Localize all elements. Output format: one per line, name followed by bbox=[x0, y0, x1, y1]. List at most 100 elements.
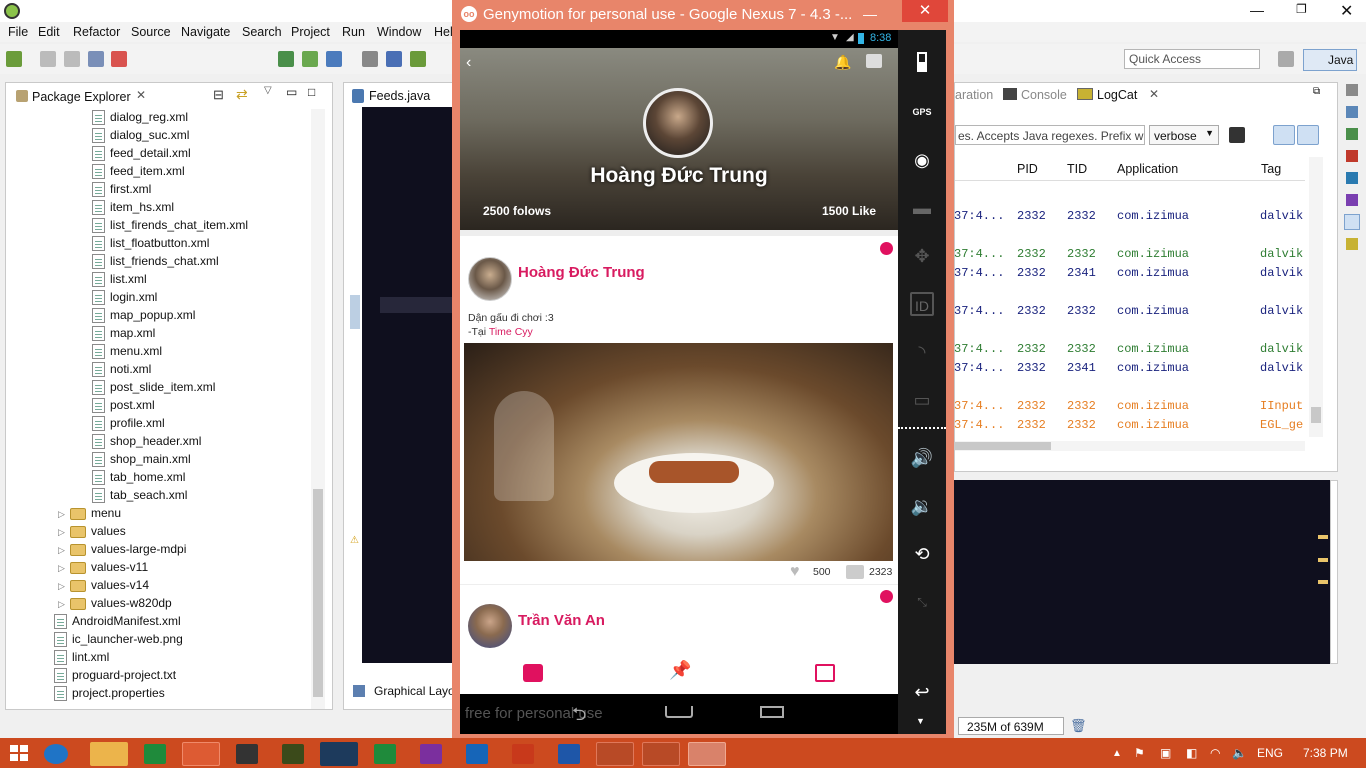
debug-icon[interactable] bbox=[386, 51, 402, 67]
col-tag[interactable]: Tag bbox=[1261, 162, 1281, 176]
logcat-row[interactable]: 37:4... 2332 2341 com.izimua dalvik bbox=[954, 266, 1304, 282]
onenote-icon[interactable] bbox=[420, 744, 442, 764]
tree-file-item[interactable]: map_popup.xml bbox=[92, 308, 195, 326]
battery-widget-icon[interactable] bbox=[910, 50, 934, 74]
tool-icon[interactable] bbox=[362, 51, 378, 67]
post-author-avatar[interactable] bbox=[468, 604, 512, 648]
app-icon[interactable] bbox=[236, 744, 258, 764]
tree-file-item[interactable]: feed_detail.xml bbox=[92, 146, 191, 164]
tree-folder-item[interactable]: ▷ values-v11 bbox=[58, 560, 148, 578]
log-level-select[interactable]: verbose ▼ bbox=[1149, 125, 1219, 145]
menu-file[interactable]: File bbox=[8, 25, 28, 39]
flag-icon[interactable]: ⚑ bbox=[1134, 746, 1145, 760]
logcat-row[interactable]: 37:4... 2332 2332 com.izimua dalvik bbox=[954, 342, 1304, 358]
logcat-scrollbar[interactable] bbox=[1309, 157, 1323, 437]
notification-bell-icon[interactable]: 🔔 bbox=[834, 54, 851, 71]
likes-count[interactable]: 1500 Like bbox=[822, 204, 876, 218]
col-pid[interactable]: PID bbox=[1017, 162, 1038, 176]
tree-file-item[interactable]: menu.xml bbox=[92, 344, 162, 362]
task-list-icon[interactable] bbox=[1346, 128, 1358, 140]
toggle-panel-icon[interactable] bbox=[1273, 125, 1295, 145]
move-widget-icon[interactable]: ✥ bbox=[910, 244, 934, 268]
expand-arrow-icon[interactable]: ▷ bbox=[58, 581, 70, 592]
powerpoint-icon[interactable] bbox=[512, 744, 534, 764]
minimize-view-icon[interactable]: ▭ bbox=[286, 85, 297, 99]
scrollbar-thumb[interactable] bbox=[313, 489, 323, 697]
genymotion-icon[interactable] bbox=[111, 51, 127, 67]
graphical-layout-tab[interactable]: Graphical Layo bbox=[349, 681, 455, 703]
menu-project[interactable]: Project bbox=[291, 25, 330, 39]
menu-navigate[interactable]: Navigate bbox=[181, 25, 230, 39]
network-icon[interactable]: ◧ bbox=[1186, 746, 1197, 760]
close-window-button[interactable]: ✕ bbox=[902, 0, 948, 22]
declaration-icon[interactable] bbox=[1346, 194, 1358, 206]
gps-widget-icon[interactable]: GPS bbox=[910, 100, 934, 124]
close-tab-icon[interactable]: ✕ bbox=[136, 88, 146, 102]
logcat-row[interactable]: 37:4... 2332 2341 com.izimua dalvik bbox=[954, 361, 1304, 377]
code-area[interactable] bbox=[362, 107, 456, 663]
scrollbar[interactable] bbox=[311, 109, 325, 709]
menu-source[interactable]: Source bbox=[131, 25, 171, 39]
language-indicator[interactable]: ENG bbox=[1257, 746, 1283, 760]
tab-gallery-icon[interactable] bbox=[815, 664, 835, 682]
menu-search[interactable]: Search bbox=[242, 25, 282, 39]
genymotion-player-task-icon[interactable] bbox=[688, 742, 726, 766]
chat-icon[interactable] bbox=[866, 54, 882, 68]
logcat-row[interactable]: 37:4... 2332 2332 com.izimua dalvik bbox=[954, 247, 1304, 263]
logcat-filter-input[interactable]: es. Accepts Java regexes. Prefix with bbox=[955, 125, 1145, 145]
tree-file-item[interactable]: profile.xml bbox=[92, 416, 165, 434]
menu-window[interactable]: Window bbox=[377, 25, 421, 39]
trash-icon[interactable]: 🗑 bbox=[1070, 718, 1087, 734]
console-icon[interactable] bbox=[1344, 214, 1360, 230]
start-button[interactable] bbox=[10, 745, 28, 761]
sms-widget-icon[interactable]: ▭ bbox=[910, 388, 934, 412]
tree-file-item[interactable]: AndroidManifest.xml bbox=[54, 614, 181, 632]
back-arrow-icon[interactable]: ‹ bbox=[466, 54, 471, 72]
problems-icon[interactable] bbox=[1346, 150, 1358, 162]
tab-shop-icon[interactable] bbox=[523, 664, 543, 682]
dreamweaver-icon[interactable] bbox=[282, 744, 304, 764]
tree-file-item[interactable]: dialog_reg.xml bbox=[92, 110, 188, 128]
expand-arrow-icon[interactable]: ▷ bbox=[58, 599, 70, 610]
tree-folder-item[interactable]: ▷ values-v14 bbox=[58, 578, 149, 596]
quick-access-input[interactable]: Quick Access bbox=[1124, 49, 1260, 69]
tray-icon[interactable]: ▣ bbox=[1160, 746, 1171, 760]
location-link[interactable]: Time Cyy bbox=[489, 326, 533, 338]
show-hidden-icons[interactable]: ▲ bbox=[1112, 748, 1122, 759]
tree-file-item[interactable]: dialog_suc.xml bbox=[92, 128, 189, 146]
link-editor-icon[interactable]: ⇄ bbox=[236, 86, 248, 103]
save-all-icon[interactable] bbox=[64, 51, 80, 67]
tree-folder-item[interactable]: ▷ values bbox=[58, 524, 126, 542]
save-icon[interactable] bbox=[40, 51, 56, 67]
avd-manager-icon[interactable] bbox=[302, 51, 318, 67]
logcat-row[interactable]: 37:4... 2332 2332 com.izimua dalvik bbox=[954, 209, 1304, 225]
tab-logcat[interactable]: LogCat ✕ bbox=[1075, 84, 1167, 106]
nav-home-icon[interactable] bbox=[665, 706, 693, 718]
java-perspective-button[interactable]: Java bbox=[1303, 49, 1357, 71]
tree-file-item[interactable]: noti.xml bbox=[92, 362, 151, 380]
post-author-name[interactable]: Trần Văn An bbox=[518, 612, 605, 629]
menu-help[interactable]: Hel bbox=[434, 25, 453, 39]
word-icon[interactable] bbox=[558, 744, 580, 764]
expand-icon[interactable]: ▼ bbox=[916, 716, 925, 726]
tree-file-item[interactable]: shop_header.xml bbox=[92, 434, 201, 452]
tree-file-item[interactable]: ic_launcher-web.png bbox=[54, 632, 183, 650]
tab-console[interactable]: Console bbox=[1021, 88, 1067, 102]
tree-file-item[interactable]: item_hs.xml bbox=[92, 200, 174, 218]
tree-file-item[interactable]: list_floatbutton.xml bbox=[92, 236, 209, 254]
menu-refactor[interactable]: Refactor bbox=[73, 25, 120, 39]
sdk-manager-icon[interactable] bbox=[278, 51, 294, 67]
tree-file-item[interactable]: post_slide_item.xml bbox=[92, 380, 215, 398]
ie-icon[interactable] bbox=[44, 744, 68, 764]
tree-file-item[interactable]: list_friends_chat.xml bbox=[92, 254, 219, 272]
follows-count[interactable]: 2500 folows bbox=[483, 204, 551, 218]
nav-recents-icon[interactable] bbox=[760, 706, 784, 718]
scroll-lock-icon[interactable] bbox=[1297, 125, 1319, 145]
minimize-icon[interactable]: — bbox=[1250, 2, 1264, 18]
restore-icon[interactable]: ❐ bbox=[1296, 2, 1307, 16]
photoshop-icon[interactable] bbox=[320, 742, 358, 766]
rotate-icon[interactable]: ⟲ bbox=[910, 542, 934, 566]
menu-edit[interactable]: Edit bbox=[38, 25, 60, 39]
tree-file-item[interactable]: project.properties bbox=[54, 686, 165, 704]
restore-icon[interactable] bbox=[1346, 84, 1358, 96]
